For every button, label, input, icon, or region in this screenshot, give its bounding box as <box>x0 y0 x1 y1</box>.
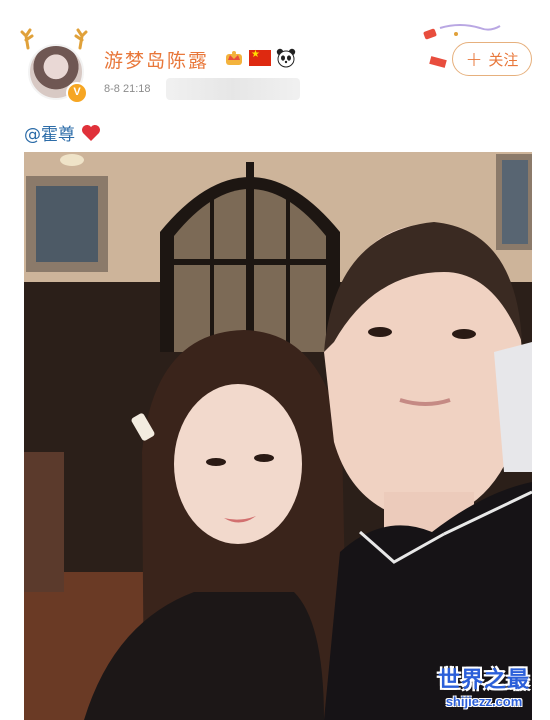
heart-icon <box>82 124 100 141</box>
author-badges: ★ <box>224 47 296 69</box>
blurred-source-info <box>166 78 300 100</box>
post-header: V 游梦岛陈露 ★ 8-8 21:18 + 关注 <box>0 0 550 110</box>
mention-link[interactable]: @霍尊 <box>24 120 75 145</box>
author-username[interactable]: 游梦岛陈露 <box>104 46 209 73</box>
selfie-photo <box>24 152 532 720</box>
post-photo[interactable] <box>24 152 532 720</box>
post-text: @霍尊 <box>24 120 101 145</box>
china-flag-icon: ★ <box>249 50 271 66</box>
watermark-url: shijiezz.com <box>445 694 523 709</box>
panda-icon <box>276 48 296 68</box>
verified-badge: V <box>66 82 88 104</box>
plus-icon: + <box>465 47 483 71</box>
crown-icon <box>226 51 242 65</box>
author-avatar[interactable]: V <box>20 28 88 104</box>
follow-button[interactable]: + 关注 <box>452 42 532 76</box>
site-watermark: 世界之最 shijiezz.com <box>424 662 544 716</box>
watermark-title: 世界之最 <box>437 668 530 693</box>
post-timestamp: 8-8 21:18 <box>104 83 151 95</box>
follow-button-label: 关注 <box>488 50 519 69</box>
